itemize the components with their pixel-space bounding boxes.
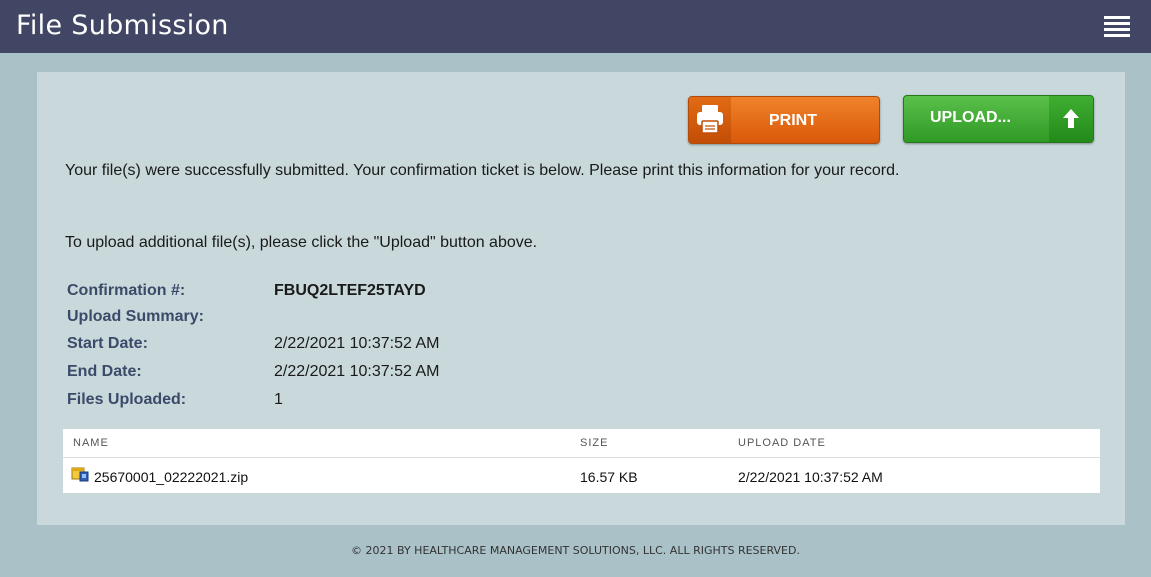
start-date-label: Start Date:	[67, 335, 148, 352]
print-button-label: PRINT	[769, 112, 817, 129]
column-header-name: NAME	[73, 437, 109, 449]
end-date-label: End Date:	[67, 363, 142, 380]
file-size: 16.57 KB	[580, 469, 638, 485]
success-message: Your file(s) were successfully submitted…	[65, 162, 900, 179]
files-uploaded-label: Files Uploaded:	[67, 391, 187, 408]
table-divider	[63, 457, 1100, 458]
confirmation-label: Confirmation #:	[67, 282, 186, 299]
upload-button-label: UPLOAD...	[930, 109, 1011, 126]
submission-panel: PRINT UPLOAD... Your file(s) were succes…	[37, 72, 1125, 525]
file-name[interactable]: 25670001_02222021.zip	[94, 469, 248, 485]
zip-file-icon	[71, 465, 89, 483]
file-upload-date: 2/22/2021 10:37:52 AM	[738, 469, 883, 485]
up-arrow-icon	[1049, 96, 1093, 142]
footer-copyright: © 2021 BY HEALTHCARE MANAGEMENT SOLUTION…	[351, 544, 800, 557]
upload-summary-label: Upload Summary:	[67, 308, 204, 325]
print-button[interactable]: PRINT	[688, 96, 880, 144]
files-table: NAME SIZE UPLOAD DATE 25670001_02222021.…	[63, 429, 1100, 493]
column-header-upload-date: UPLOAD DATE	[738, 437, 826, 449]
end-date-value: 2/22/2021 10:37:52 AM	[274, 363, 440, 380]
printer-icon	[689, 97, 731, 143]
confirmation-number: FBUQ2LTEF25TAYD	[274, 282, 426, 299]
top-bar: File Submission	[0, 0, 1151, 53]
files-uploaded-value: 1	[274, 391, 283, 408]
start-date-value: 2/22/2021 10:37:52 AM	[274, 335, 440, 352]
instruction-message: To upload additional file(s), please cli…	[65, 234, 538, 251]
hamburger-menu-icon[interactable]	[1104, 16, 1130, 40]
column-header-size: SIZE	[580, 437, 609, 449]
page-title: File Submission	[16, 10, 229, 41]
upload-button[interactable]: UPLOAD...	[903, 95, 1094, 143]
